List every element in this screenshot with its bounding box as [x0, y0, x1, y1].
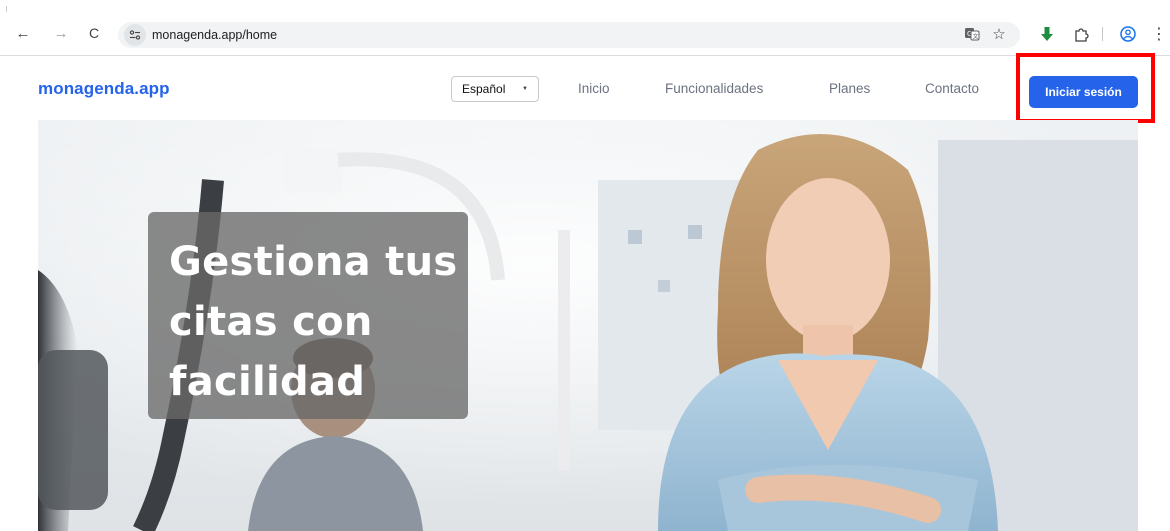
browser-toolbar: ← → C monagenda.app/home G 文 ☆ ⋮: [0, 0, 1170, 56]
address-bar[interactable]: monagenda.app/home: [118, 22, 1020, 48]
star-icon[interactable]: ☆: [990, 25, 1008, 43]
url-text: monagenda.app/home: [152, 28, 278, 42]
arrow-left-icon[interactable]: ←: [14, 24, 32, 42]
toolbar-separator: [1102, 27, 1103, 41]
hero-title-line: Gestiona tus: [169, 239, 458, 285]
arrow-right-icon[interactable]: →: [52, 24, 70, 42]
more-menu-icon[interactable]: ⋮: [1150, 25, 1168, 43]
nav-link-inicio[interactable]: Inicio: [578, 81, 610, 96]
translate-icon[interactable]: G 文: [963, 25, 981, 43]
window-edge-mark: [6, 6, 7, 12]
hero-title-line: citas con: [169, 299, 373, 345]
site-logo[interactable]: monagenda.app: [38, 79, 170, 99]
hero-banner: Gestiona tus citas con facilidad: [38, 120, 1138, 531]
profile-icon[interactable]: [1119, 25, 1137, 43]
hero-title-line: facilidad: [169, 359, 366, 405]
nav-link-funcionalidades[interactable]: Funcionalidades: [665, 81, 763, 96]
svg-text:文: 文: [973, 33, 979, 41]
nav-link-contacto[interactable]: Contacto: [925, 81, 979, 96]
language-select[interactable]: Español ▼: [451, 76, 539, 102]
reload-icon[interactable]: C: [85, 24, 103, 42]
hero-title: Gestiona tus citas con facilidad: [169, 232, 459, 412]
language-select-value: Español: [462, 82, 506, 96]
site-header: monagenda.app Español ▼ Inicio Funcional…: [0, 56, 1170, 120]
login-button[interactable]: Iniciar sesión: [1029, 76, 1138, 108]
download-icon[interactable]: [1038, 25, 1056, 43]
site-info-icon[interactable]: [124, 24, 146, 46]
chevron-down-icon: ▼: [522, 86, 528, 92]
nav-link-planes[interactable]: Planes: [829, 81, 870, 96]
extensions-icon[interactable]: [1072, 25, 1090, 43]
